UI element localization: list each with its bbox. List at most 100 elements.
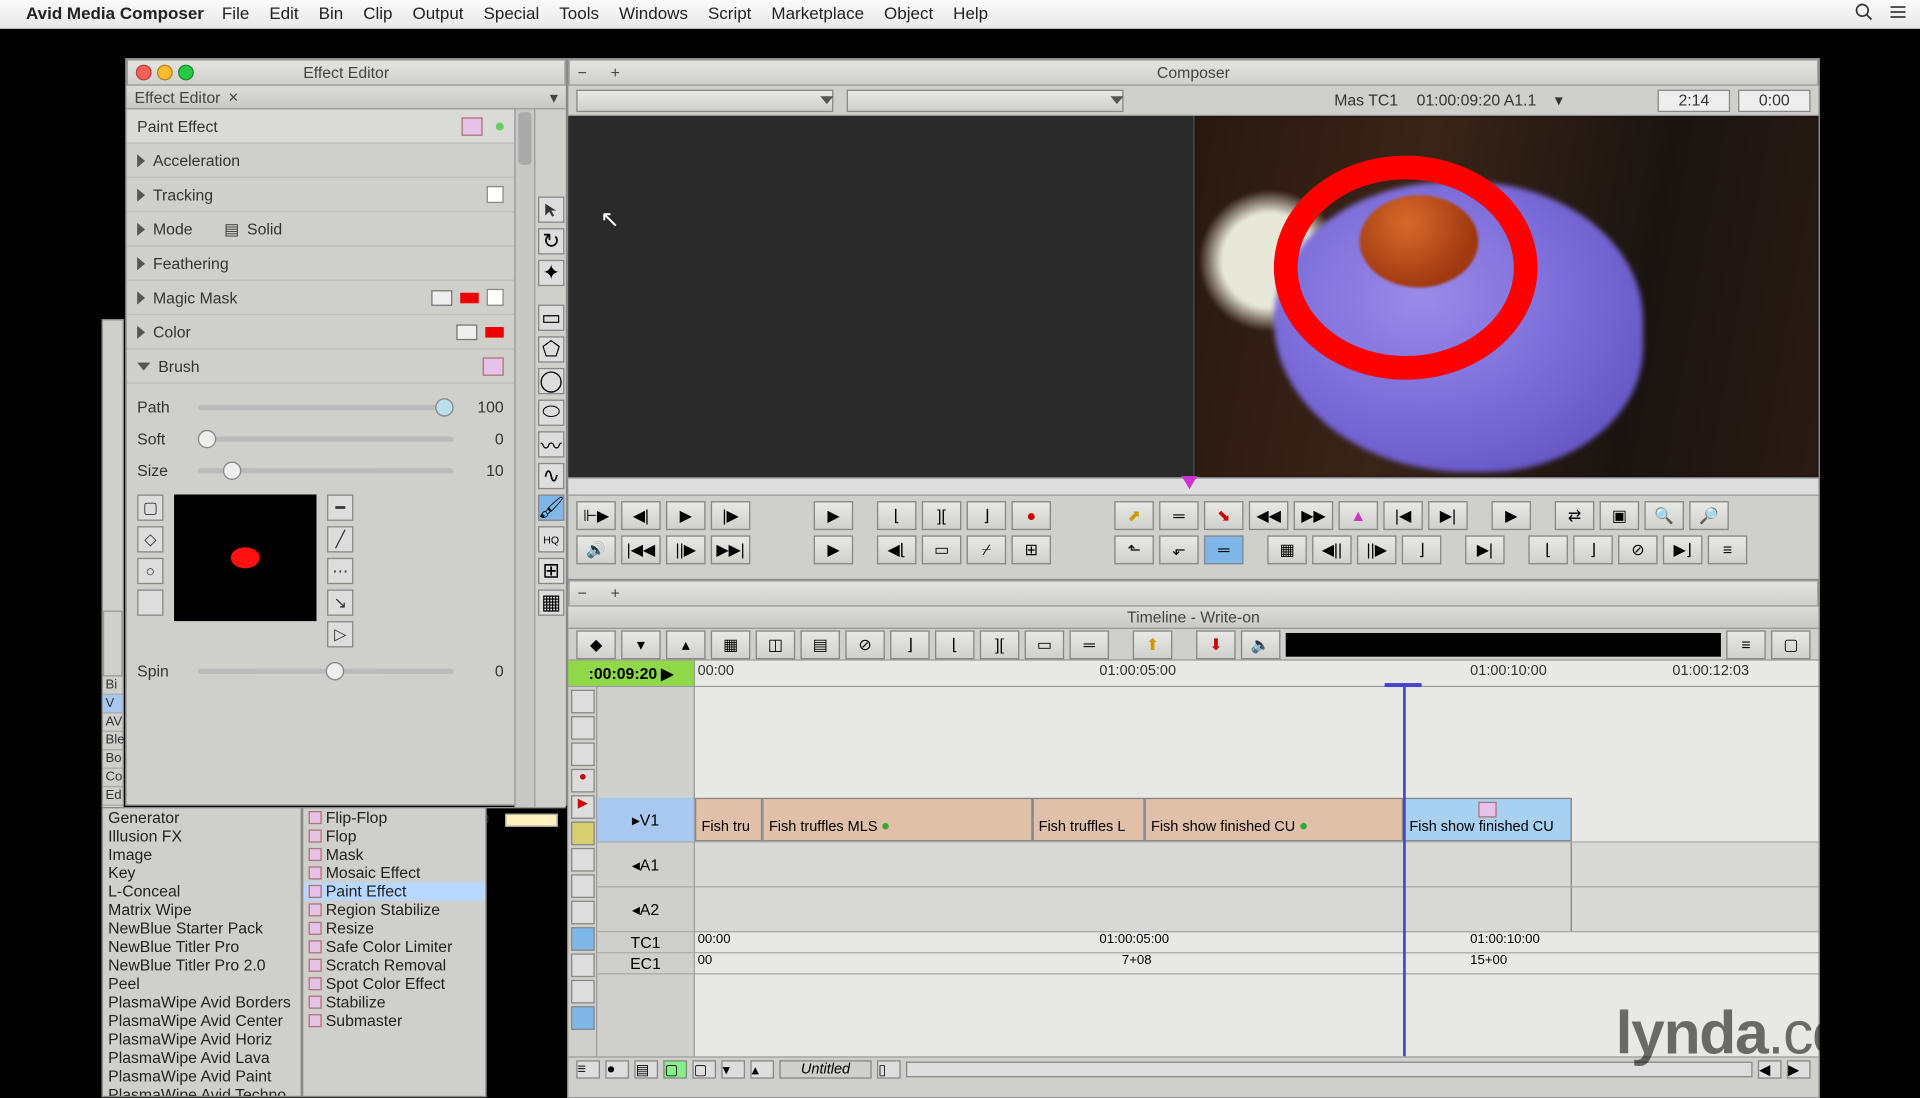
mark-out-2[interactable]: ⌋ (1573, 535, 1613, 564)
menu-extras-icon[interactable] (1888, 2, 1908, 27)
tab-close-icon[interactable]: × (228, 87, 238, 107)
selection-tool[interactable] (538, 196, 564, 222)
tl-foot-5[interactable]: ▢ (692, 1060, 716, 1078)
play[interactable]: ▶ (666, 501, 706, 530)
tl-tool-8[interactable]: ⌋ (890, 630, 930, 659)
param-acceleration[interactable]: Acceleration (127, 144, 515, 178)
tl-side-8[interactable] (571, 874, 595, 898)
effect-scrollbar[interactable] (514, 109, 534, 807)
effects-items-list[interactable]: Flip-Flop Flop Mask Mosaic Effect Paint … (302, 807, 487, 1097)
mark-in-2[interactable]: ⌊ (1528, 535, 1568, 564)
timeline-titlebar[interactable]: −+ (568, 580, 1818, 606)
menu-script[interactable]: Script (708, 4, 751, 24)
list-item[interactable]: Mask (303, 845, 485, 863)
fast-fwd[interactable]: ▶▶ (1294, 501, 1334, 530)
brush-shape-diamond[interactable]: ◇ (137, 526, 163, 552)
effect-editor-tab[interactable]: Effect Editor × ▾ (127, 86, 566, 110)
list-item[interactable]: Stabilize (303, 993, 485, 1011)
timeline-playhead[interactable] (1403, 687, 1406, 1056)
reshape-tool[interactable]: ↻ (538, 228, 564, 254)
color-preview-icon[interactable] (456, 324, 477, 340)
brush-spin-slider[interactable] (198, 669, 454, 674)
tl-side-10[interactable] (571, 927, 595, 951)
bin-tab-label[interactable]: Bi (103, 676, 123, 694)
tl-tool-4[interactable]: ▦ (711, 630, 751, 659)
brush-shape-blank[interactable] (137, 589, 163, 615)
menu-tools[interactable]: Tools (559, 4, 599, 24)
list-item[interactable]: Illusion FX (103, 827, 301, 845)
list-item[interactable]: Peel (103, 975, 301, 993)
source-viewer[interactable]: ↖ (568, 116, 1194, 477)
list-item[interactable]: Safe Color Limiter (303, 938, 485, 956)
tl-foot-7[interactable]: ▴ (750, 1060, 774, 1078)
mask-checkbox[interactable] (487, 289, 504, 306)
paint-effect-circle[interactable] (1273, 156, 1537, 380)
next-frame[interactable]: ▶| (1428, 501, 1468, 530)
record-viewer[interactable] (1194, 116, 1818, 477)
rect-tool[interactable]: ▭ (538, 305, 564, 331)
tl-side-1[interactable] (571, 690, 595, 714)
tl-side-12[interactable] (571, 980, 595, 1004)
tl-view-icon[interactable]: ▢ (1771, 630, 1811, 659)
track-v1[interactable]: Fish tru Fish truffles MLS Fish truffles… (695, 798, 1819, 843)
strip-item[interactable]: AV (103, 713, 123, 731)
tl-tool-9[interactable]: ⌊ (935, 630, 975, 659)
clip-4[interactable]: Fish show finished CU (1144, 798, 1402, 842)
safe-areas[interactable]: ⊞ (1011, 535, 1051, 564)
audio-mon[interactable]: 🔊 (576, 535, 616, 564)
splice-in[interactable]: ⬈ (1114, 501, 1154, 530)
list-item[interactable]: NewBlue Titler Pro (103, 938, 301, 956)
effects-category-list[interactable]: Generator Illusion FX Image Key L-Concea… (102, 807, 302, 1097)
param-tracking[interactable]: Tracking (127, 178, 515, 212)
tab-dropdown-icon[interactable]: ▾ (550, 88, 558, 106)
freehand-tool[interactable]: ∿ (538, 463, 564, 489)
list-item[interactable]: Spot Color Effect (303, 975, 485, 993)
spotlight-icon[interactable] (1854, 2, 1874, 27)
k-pause[interactable]: ||▶ (666, 535, 706, 564)
brush-soft-slider[interactable] (198, 436, 454, 441)
tl-tool-14[interactable]: ⬇ (1196, 630, 1236, 659)
menu-clip[interactable]: Clip (363, 4, 392, 24)
menu-special[interactable]: Special (484, 4, 540, 24)
list-item[interactable]: Resize (303, 919, 485, 937)
play-rev[interactable]: ▶ (814, 501, 854, 530)
mark-in[interactable]: ⌊ (877, 501, 917, 530)
clip-1[interactable]: Fish tru (695, 798, 762, 842)
disclosure-icon[interactable] (137, 291, 145, 304)
tl-side-3[interactable] (571, 742, 595, 766)
list-item[interactable]: Flop (303, 827, 485, 845)
menu-marketplace[interactable]: Marketplace (771, 4, 864, 24)
clear-in[interactable]: ⌿ (967, 535, 1007, 564)
track-a1-label[interactable]: ◂ A1 (597, 843, 693, 888)
play-loop[interactable]: ▶ (1491, 501, 1531, 530)
tl-side-6[interactable] (571, 822, 595, 846)
brush-stroke-solid[interactable]: ━ (327, 495, 353, 521)
dropdown-icon[interactable] (1110, 96, 1123, 104)
brush-stroke-angle[interactable]: ↘ (327, 589, 353, 615)
brush-size-slider[interactable] (198, 468, 454, 473)
curve-tool[interactable]: 〰 (538, 431, 564, 457)
v-tab-label[interactable]: V (103, 695, 123, 713)
list-item[interactable]: PlasmaWipe Avid Borders (103, 993, 301, 1011)
record-button[interactable]: ● (1011, 501, 1051, 530)
timeline-position-tc[interactable]: :00:09:20▶ (568, 661, 695, 686)
tl-side-5[interactable]: ▶ (571, 795, 595, 819)
disclosure-open-icon[interactable] (137, 362, 150, 370)
replace[interactable]: ⬊ (1204, 501, 1244, 530)
tl-side-4[interactable]: ● (571, 769, 595, 793)
goto-out[interactable]: ⌋ (1402, 535, 1442, 564)
io-box[interactable]: 0:00 (1738, 89, 1811, 111)
app-name[interactable]: Avid Media Composer (26, 4, 204, 24)
menu-bin[interactable]: Bin (319, 4, 344, 24)
timeline-view-dropdown[interactable]: Untitled (779, 1060, 871, 1078)
composer-scrubber[interactable] (568, 477, 1818, 495)
tl-side-2[interactable] (571, 716, 595, 740)
tl-tool-10[interactable]: ][ (980, 630, 1020, 659)
brush-stroke-dashed[interactable]: ╱ (327, 526, 353, 552)
effect-editor-titlebar[interactable]: Effect Editor (127, 59, 566, 85)
tl-foot-6[interactable]: ▾ (721, 1060, 745, 1078)
list-item[interactable]: PlasmaWipe Avid Paint (103, 1067, 301, 1085)
prev-frame[interactable]: |◀ (1383, 501, 1423, 530)
mask-preview-icon[interactable] (431, 289, 452, 305)
list-item[interactable]: Generator (103, 808, 301, 826)
